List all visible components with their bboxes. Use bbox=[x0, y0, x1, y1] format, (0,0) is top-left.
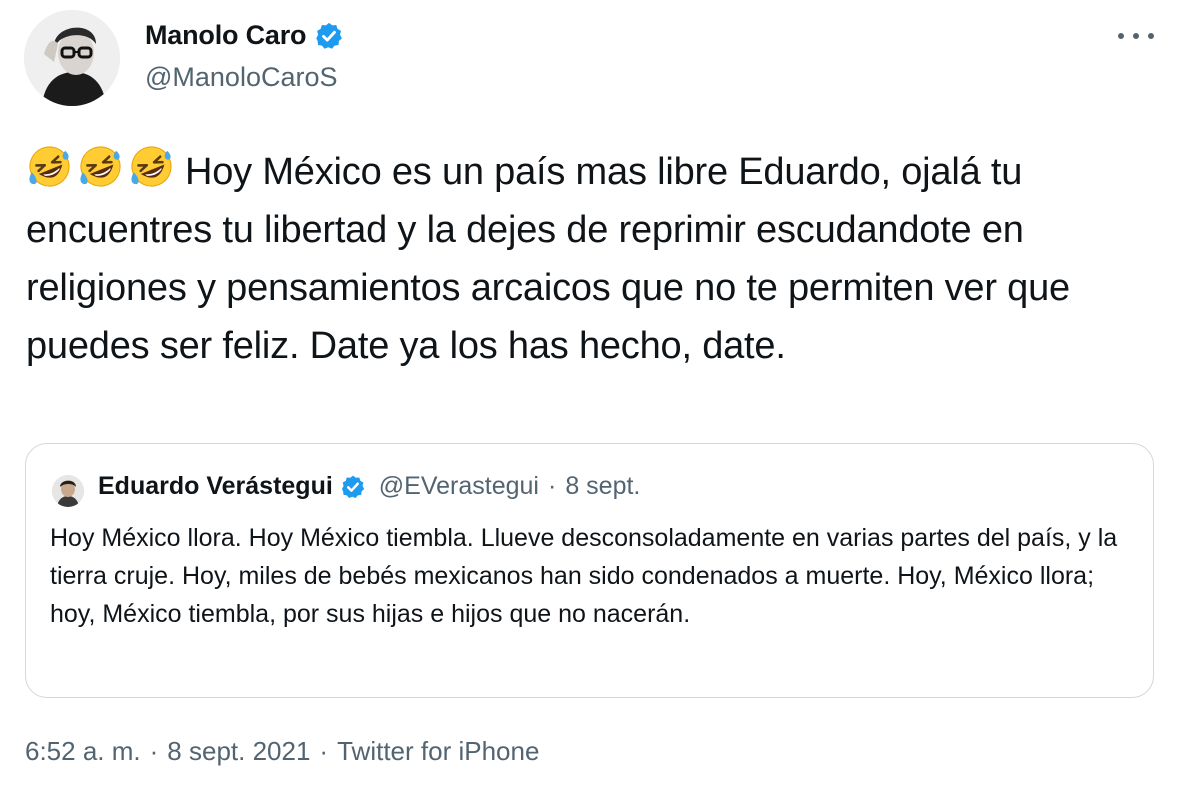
author-name-row: Manolo Caro bbox=[145, 20, 344, 51]
tweet-metadata: 6:52 a. m. · 8 sept. 2021 · Twitter for … bbox=[25, 736, 539, 767]
author-name[interactable]: Manolo Caro bbox=[145, 20, 307, 51]
quoted-author-name: Eduardo Verástegui bbox=[98, 472, 333, 500]
meta-separator: · bbox=[319, 736, 329, 766]
author-avatar[interactable] bbox=[24, 10, 120, 106]
quoted-author-avatar bbox=[52, 475, 84, 507]
verified-badge-icon bbox=[314, 21, 344, 51]
rolling-laughing-emoji-icon bbox=[80, 146, 121, 187]
meta-separator: · bbox=[149, 736, 159, 766]
quoted-header-separator: · bbox=[548, 472, 557, 500]
laughing-emoji-group bbox=[26, 143, 175, 190]
quoted-tweet-date: 8 sept. bbox=[565, 472, 641, 500]
tweet-text: Hoy México es un país mas libre Eduardo,… bbox=[26, 151, 1070, 367]
tweet-source[interactable]: Twitter for iPhone bbox=[337, 736, 539, 767]
quoted-author-handle: @EVerastegui bbox=[378, 472, 539, 500]
quoted-tweet-card[interactable]: Eduardo Verástegui @EVerastegui · 8 sept… bbox=[25, 443, 1154, 698]
verified-badge-icon bbox=[340, 474, 366, 500]
tweet-date[interactable]: 8 sept. 2021 bbox=[167, 736, 310, 767]
author-handle[interactable]: @ManoloCaroS bbox=[145, 62, 338, 93]
quoted-tweet-text: Hoy México llora. Hoy México tiembla. Ll… bbox=[50, 524, 1118, 628]
rolling-laughing-emoji-icon bbox=[131, 146, 172, 187]
tweet-body: Hoy México es un país mas libre Eduardo,… bbox=[26, 143, 1146, 375]
rolling-laughing-emoji-icon bbox=[29, 146, 70, 187]
more-options-icon[interactable] bbox=[1118, 22, 1154, 50]
quoted-tweet-header: Eduardo Verástegui @EVerastegui · 8 sept… bbox=[98, 472, 640, 501]
tweet-time[interactable]: 6:52 a. m. bbox=[25, 736, 141, 767]
tweet-card: Manolo Caro @ManoloCaroS Hoy México es u… bbox=[0, 0, 1180, 794]
